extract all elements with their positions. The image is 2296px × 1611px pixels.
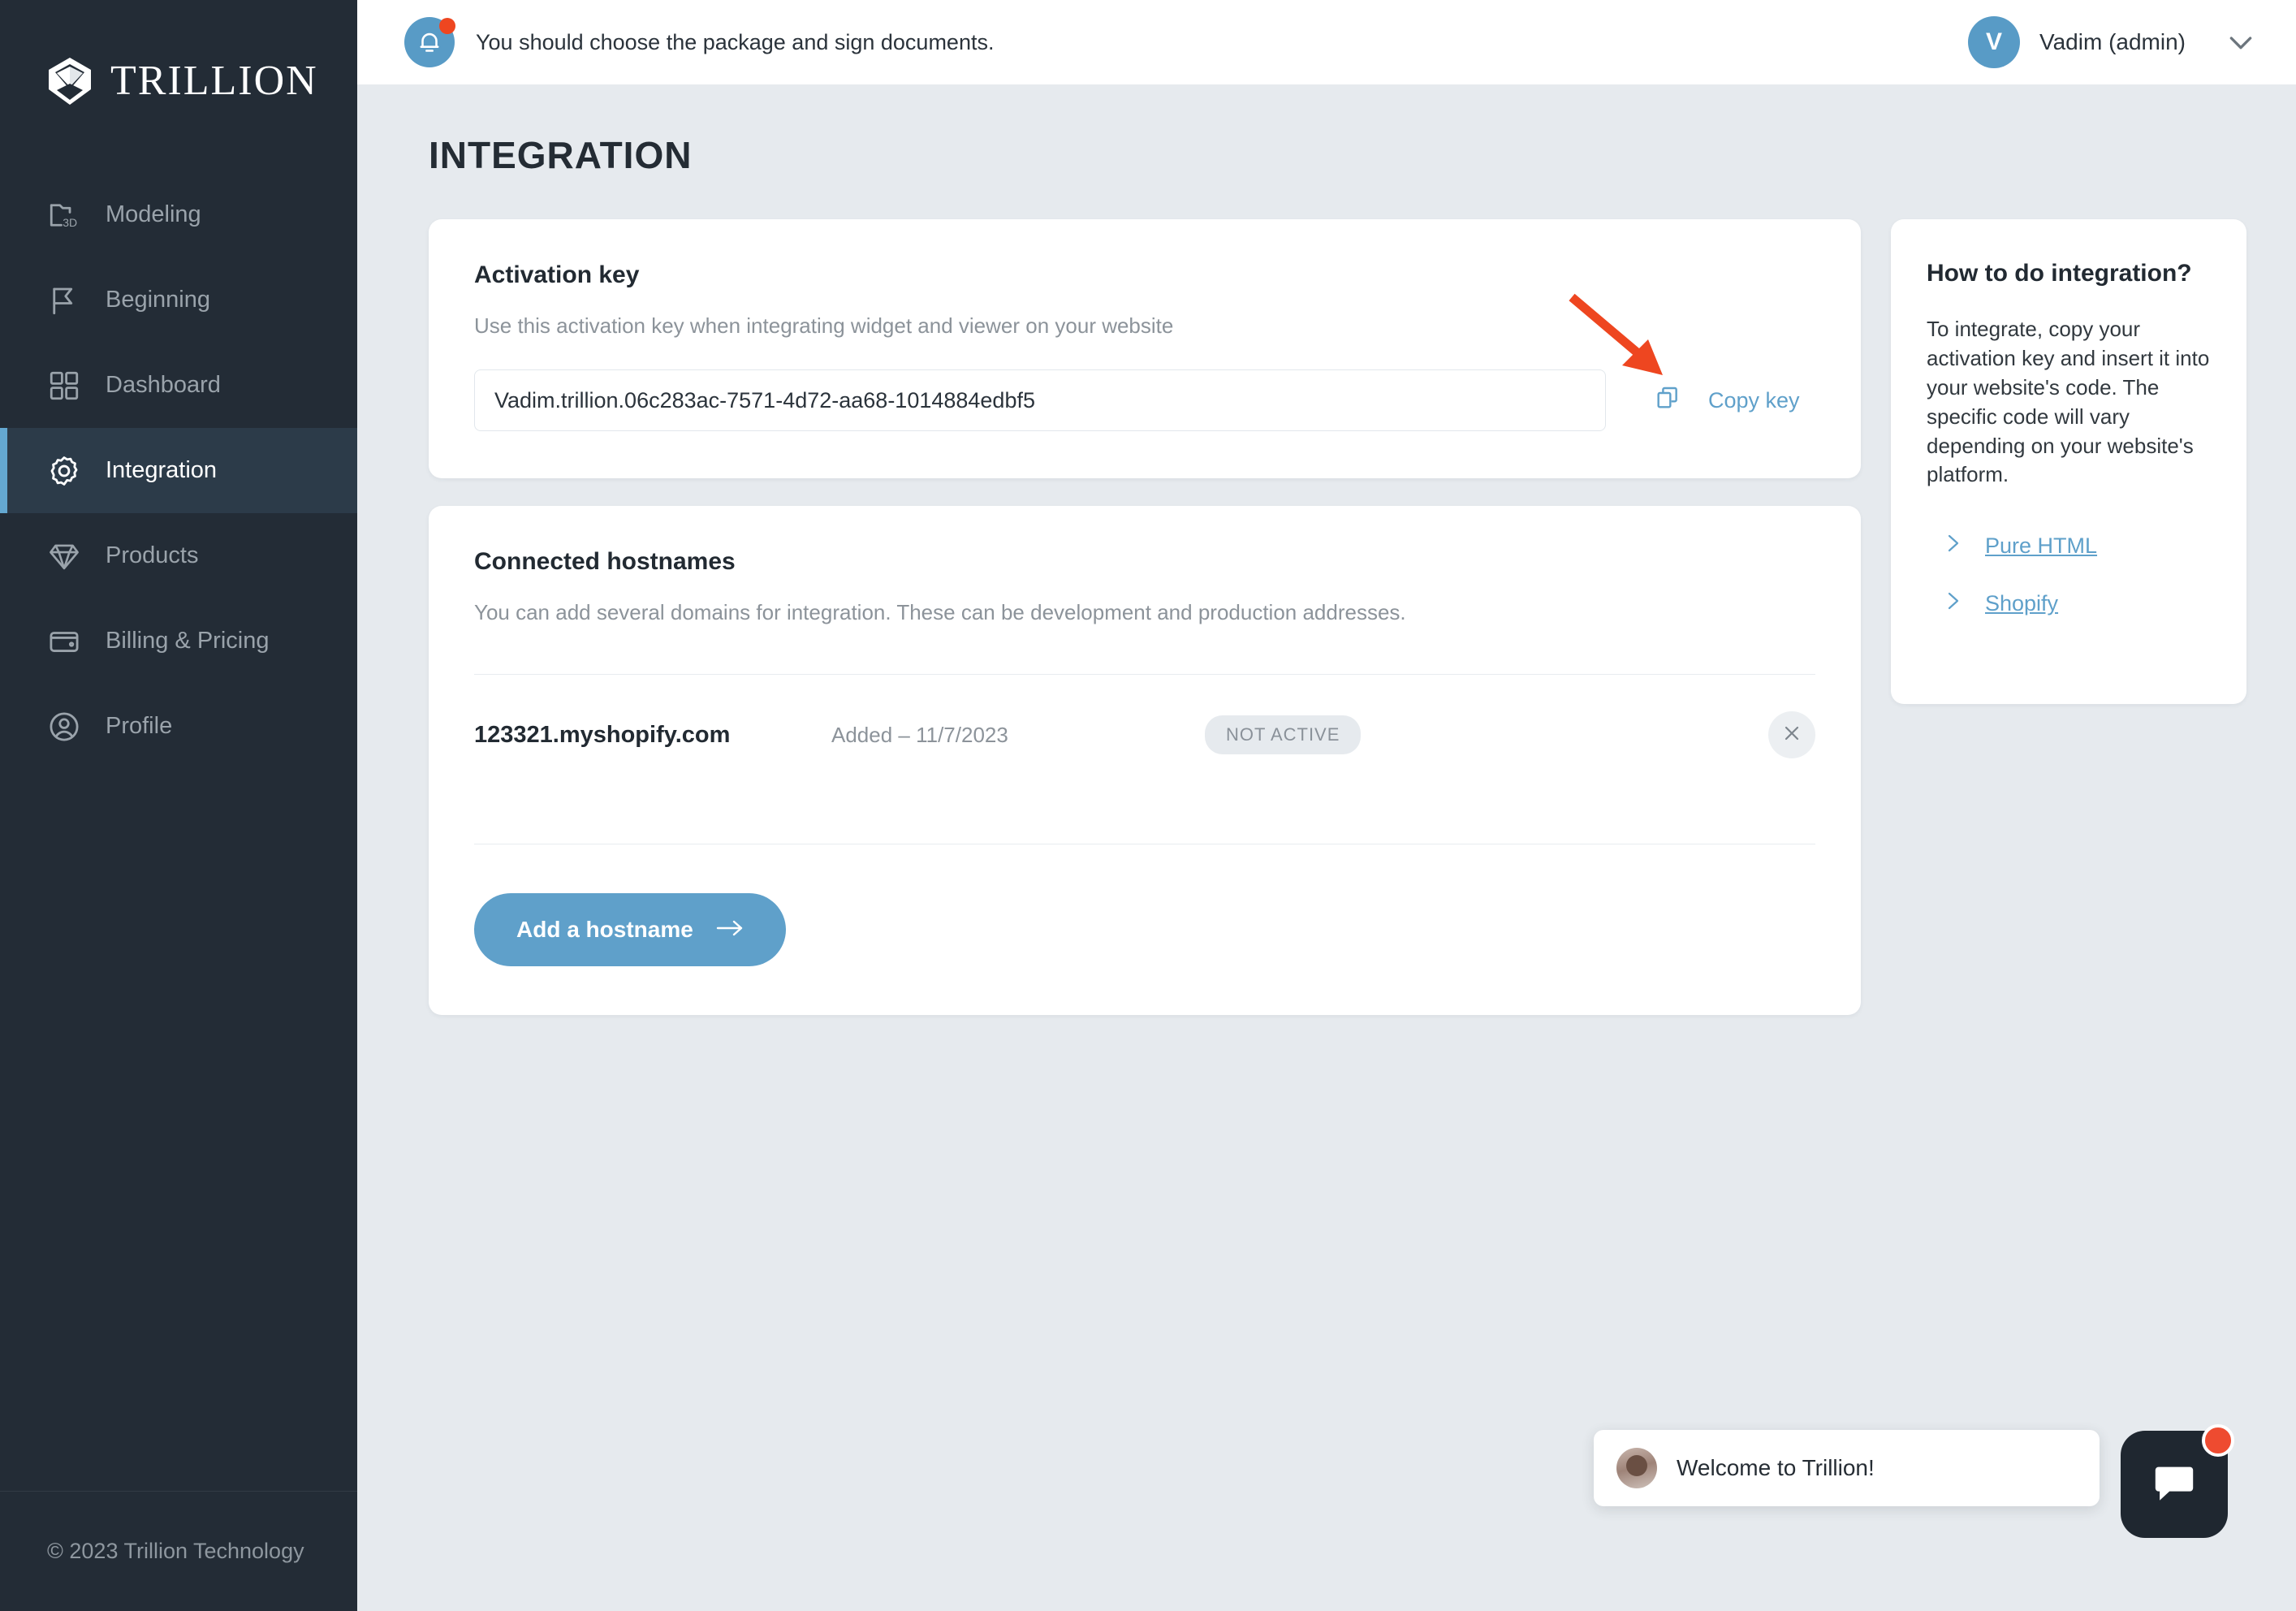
help-link-label: Shopify <box>1985 591 2059 616</box>
remove-hostname-button[interactable] <box>1768 711 1815 758</box>
activation-key-title: Activation key <box>474 261 640 288</box>
notification-banner[interactable]: You should choose the package and sign d… <box>404 17 994 67</box>
sidebar-item-modeling[interactable]: 3D Modeling <box>0 172 357 257</box>
topbar: You should choose the package and sign d… <box>357 0 2296 84</box>
chevron-right-icon <box>1944 590 1962 618</box>
grid-icon <box>47 369 81 403</box>
sidebar-item-profile[interactable]: Profile <box>0 684 357 769</box>
add-hostname-label: Add a hostname <box>516 917 693 942</box>
sidebar-nav: 3D Modeling Beginning Dashboard Integrat… <box>0 172 357 769</box>
trillion-diamond-logo-icon <box>47 57 93 106</box>
sidebar-item-products[interactable]: Products <box>0 513 357 598</box>
sidebar-item-label: Modeling <box>106 201 201 227</box>
diamond-icon <box>47 539 81 573</box>
chat-unread-badge <box>2202 1424 2234 1457</box>
page-content: INTEGRATION Activation key Use this acti… <box>357 84 2296 1611</box>
chevron-down-icon[interactable] <box>2225 26 2257 58</box>
sidebar-item-billing-pricing[interactable]: Billing & Pricing <box>0 598 357 684</box>
chat-launcher-button[interactable] <box>2121 1424 2234 1538</box>
arrow-right-icon <box>716 917 744 943</box>
help-link-shopify[interactable]: Shopify <box>1927 590 2211 618</box>
sidebar-item-label: Billing & Pricing <box>106 628 270 654</box>
help-title: How to do integration? <box>1927 260 2192 287</box>
add-hostname-button[interactable]: Add a hostname <box>474 893 786 966</box>
sidebar-item-beginning[interactable]: Beginning <box>0 257 357 343</box>
hostnames-title: Connected hostnames <box>474 548 736 575</box>
sidebar-item-label: Products <box>106 542 199 568</box>
svg-text:3D: 3D <box>63 216 77 229</box>
help-link-pure-html[interactable]: Pure HTML <box>1927 532 2211 560</box>
sidebar-item-label: Integration <box>106 457 218 483</box>
gear-icon <box>47 454 81 488</box>
wallet-icon <box>47 624 81 659</box>
notification-text: You should choose the package and sign d… <box>476 29 995 54</box>
activation-key-card: Activation key Use this activation key w… <box>429 219 1861 478</box>
page-title: INTEGRATION <box>429 134 693 176</box>
agent-avatar <box>1616 1448 1657 1488</box>
copy-icon <box>1655 385 1681 417</box>
user-menu[interactable]: V Vadim (admin) <box>1968 16 2257 68</box>
hostname-added-date: Added – 11/7/2023 <box>831 722 1008 747</box>
copy-key-button[interactable]: Copy key <box>1655 385 1800 417</box>
chevron-right-icon <box>1944 532 1962 560</box>
hostnames-subtitle: You can add several domains for integrat… <box>474 600 1406 624</box>
app-root: TRILLION 3D Modeling Beginning Dashboard… <box>0 0 2296 1611</box>
brand-name: TRILLION <box>110 58 318 104</box>
user-name: Vadim (admin) <box>2039 29 2186 54</box>
primary-column: Activation key Use this activation key w… <box>429 219 1861 1015</box>
activation-key-row: Copy key <box>474 369 1815 431</box>
connected-hostnames-card: Connected hostnames You can add several … <box>429 506 1861 1015</box>
sidebar-item-label: Dashboard <box>106 372 221 398</box>
notification-dot <box>439 18 455 34</box>
bell-icon[interactable] <box>404 17 455 67</box>
status-badge: NOT ACTIVE <box>1205 715 1362 754</box>
brand-logo[interactable]: TRILLION <box>0 0 357 122</box>
chat-message: Welcome to Trillion! <box>1677 1455 1875 1480</box>
help-column: How to do integration? To integrate, cop… <box>1891 219 2246 705</box>
activation-key-input[interactable] <box>474 369 1606 431</box>
main-area: You should choose the package and sign d… <box>357 0 2296 1611</box>
avatar: V <box>1968 16 2021 68</box>
chat-greeting-bubble[interactable]: Welcome to Trillion! <box>1594 1430 2100 1506</box>
hostname-value: 123321.myshopify.com <box>474 721 731 748</box>
sidebar: TRILLION 3D Modeling Beginning Dashboard… <box>0 0 357 1611</box>
sidebar-item-dashboard[interactable]: Dashboard <box>0 343 357 428</box>
close-icon <box>1780 722 1803 749</box>
activation-key-subtitle: Use this activation key when integrating… <box>474 313 1174 338</box>
help-body: To integrate, copy your activation key a… <box>1927 317 2210 487</box>
content-columns: Activation key Use this activation key w… <box>429 219 2249 1015</box>
sidebar-item-integration[interactable]: Integration <box>0 428 357 513</box>
sidebar-item-label: Profile <box>106 713 173 739</box>
table-row: 123321.myshopify.com Added – 11/7/2023 N… <box>474 675 1815 795</box>
user-circle-icon <box>47 710 81 744</box>
how-to-integrate-card: How to do integration? To integrate, cop… <box>1891 219 2246 705</box>
chat-bubble-icon <box>2151 1459 2198 1510</box>
flag-icon <box>47 283 81 317</box>
sidebar-item-label: Beginning <box>106 287 210 313</box>
copy-key-label: Copy key <box>1708 387 1800 412</box>
sidebar-footer-copyright: © 2023 Trillion Technology <box>0 1491 357 1611</box>
folder-3d-icon: 3D <box>47 198 81 232</box>
help-link-label: Pure HTML <box>1985 533 2098 559</box>
